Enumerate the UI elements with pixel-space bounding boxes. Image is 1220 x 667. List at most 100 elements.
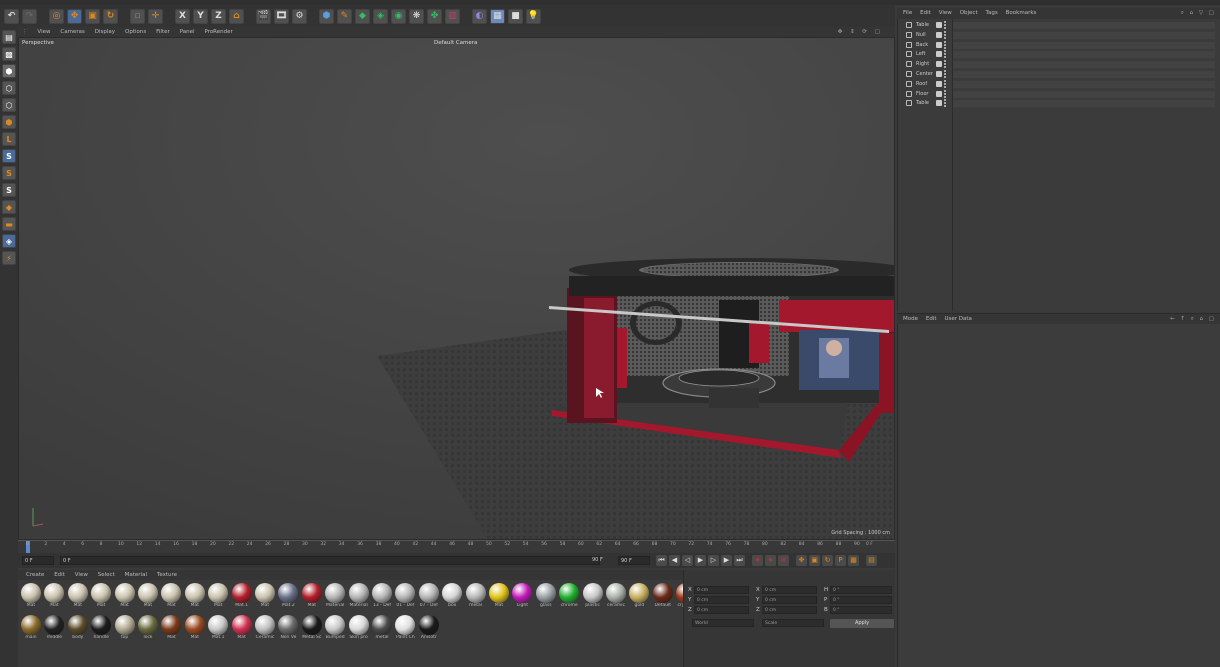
workplane-snap-button[interactable]: S [2,183,16,197]
render-visibility-dots[interactable] [944,89,946,98]
play-icon[interactable]: ▶ [695,555,706,566]
redo-icon[interactable]: ↷ [22,8,37,24]
object-menu-bookmarks[interactable]: Bookmarks [1006,8,1037,19]
rotation-h-field[interactable]: 0 ° [830,586,892,594]
material-menu-select[interactable]: Select [98,570,115,580]
visibility-checkbox[interactable] [936,90,942,97]
previous-keyframe-icon[interactable]: ◀ [669,555,680,566]
workplane-icon[interactable]: ◈ [2,234,16,248]
coordinate-mode-select[interactable]: World [692,619,754,627]
render-visibility-dots[interactable] [944,99,946,108]
cube-primitive-icon[interactable]: ⬢ [319,8,334,24]
end-frame-field[interactable]: 90 F [618,556,650,565]
visibility-checkbox[interactable] [936,31,942,38]
material-swatch[interactable]: Mat [20,582,42,613]
material-swatch[interactable]: Mat [184,582,206,613]
position-y-field[interactable]: 0 cm [694,596,749,604]
visibility-checkbox[interactable] [936,41,942,48]
texture-mode-icon[interactable]: ▩ [2,47,16,61]
render-visibility-dots[interactable] [944,70,946,78]
next-keyframe-icon[interactable]: ▶ [721,555,732,566]
go-to-end-icon[interactable]: ⏭ [734,555,745,566]
material-swatch[interactable]: Mat [301,582,323,613]
x-axis-lock-button[interactable]: X [175,8,190,24]
object-name[interactable]: Back [916,41,928,50]
object-name[interactable]: Null [916,31,926,40]
viewport-menu-prorender[interactable]: ProRender [204,27,232,37]
render-to-picture-viewer-icon[interactable]: 🎞 [274,8,289,24]
material-swatch[interactable]: gold [628,582,650,613]
tool-plus-icon[interactable]: ✛ [148,8,163,24]
material-swatch[interactable]: Mat [114,582,136,613]
record-pla-icon[interactable]: ▦ [848,555,859,566]
material-swatch[interactable]: Mat.2 [277,582,299,613]
material-swatch[interactable]: Default [652,582,674,613]
visibility-checkbox[interactable] [936,100,942,107]
grid-layout-icon[interactable]: ▦ [490,8,505,24]
size-x-field[interactable]: 0 cm [762,586,817,594]
start-frame-field[interactable]: 0 F [22,556,54,565]
coordinate-system-icon[interactable]: ⌂ [229,8,244,24]
rotation-p-field[interactable]: 0 ° [830,596,892,604]
object-menu-tags[interactable]: Tags [986,8,998,19]
material-swatch[interactable]: Mat [137,582,159,613]
material-swatch[interactable]: body [67,614,89,645]
render-visibility-dots[interactable] [944,50,946,59]
polygons-mode-icon[interactable]: ⬢ [2,115,16,129]
sculpt-icon[interactable]: ▬ [2,217,16,231]
record-keys-icon[interactable]: ⏺ [752,555,763,566]
model-mode-icon[interactable]: ⬢ [2,64,16,78]
object-row[interactable]: Center [898,70,1218,79]
material-swatch[interactable]: Bumped [324,614,346,645]
material-swatch[interactable]: Light [511,582,533,613]
object-menu-object[interactable]: Object [960,8,978,19]
mograph-icon[interactable]: ✤ [427,8,442,24]
rotation-b-field[interactable]: 0 ° [830,606,892,614]
material-menu-material[interactable]: Material [125,570,147,580]
viewport-menu-options[interactable]: Options [125,27,146,37]
material-menu-view[interactable]: View [75,570,88,580]
material-swatch[interactable]: 01 - Def [394,582,416,613]
object-manager-search-icon[interactable]: ⌕ ⌂ ▽ ▢ [1181,8,1216,19]
undo-icon[interactable]: ↶ [4,8,19,24]
material-swatch[interactable]: Mat [43,582,65,613]
scene-floor-icon[interactable]: ▥ [445,8,460,24]
material-swatch[interactable]: main [20,614,42,645]
rotate-tool-icon[interactable]: ↻ [103,8,118,24]
object-name[interactable]: Center [916,70,933,79]
material-swatch[interactable]: box [441,582,463,613]
autokey-icon[interactable]: ⏺ [765,555,776,566]
object-name[interactable]: Floor [916,90,928,99]
snap-toggle-button[interactable]: S [2,149,16,163]
material-swatch[interactable]: ceramic [605,582,627,613]
viewport-menu-filter[interactable]: Filter [156,27,170,37]
object-name[interactable]: Right [916,60,929,69]
edges-mode-icon[interactable]: ⬡ [2,98,16,112]
preview-min-field[interactable]: 0 F [60,556,600,565]
render-visibility-dots[interactable] [944,60,946,69]
material-swatch[interactable]: Mat.1 [231,582,253,613]
material-menu-edit[interactable]: Edit [54,570,65,580]
viewport-menu-panel[interactable]: Panel [180,27,195,37]
object-row[interactable]: Roof [898,79,1218,89]
object-row[interactable]: Right [898,60,1218,69]
object-menu-view[interactable]: View [939,8,952,19]
material-swatch[interactable]: 07 - Def [418,582,440,613]
record-parameter-icon[interactable]: P [835,555,846,566]
make-editable-icon[interactable]: ▤ [2,30,16,44]
material-swatch[interactable]: handle [90,614,112,645]
object-name[interactable]: Roof [916,80,927,89]
material-swatch[interactable]: glass [535,582,557,613]
tweak-mode-icon[interactable]: ◆ [2,200,16,214]
render-visibility-dots[interactable] [944,21,946,29]
subdivision-surface-icon[interactable]: ◆ [355,8,370,24]
material-swatch[interactable]: chrome [558,582,580,613]
object-name[interactable]: Table [916,21,929,30]
material-swatch[interactable]: Skin pro [348,614,370,645]
object-name[interactable]: Left [916,50,925,59]
material-swatch[interactable]: middle [43,614,65,645]
object-row[interactable]: Table [898,99,1218,108]
move-tool-icon[interactable]: ✥ [67,8,82,24]
bend-deformer-icon[interactable]: ◉ [391,8,406,24]
material-swatch[interactable]: Non Ve [277,614,299,645]
